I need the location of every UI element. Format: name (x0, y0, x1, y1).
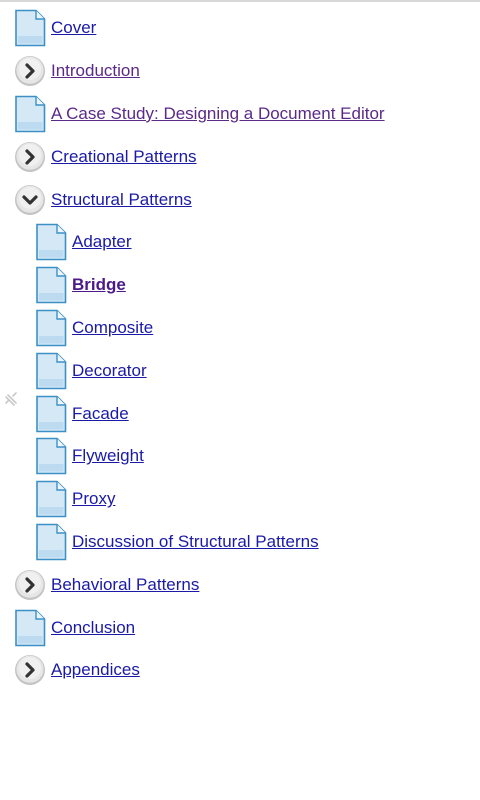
toc-item-label[interactable]: Bridge (72, 275, 126, 295)
page-icon (13, 609, 47, 647)
toc-item-introduction[interactable]: Introduction (0, 50, 480, 93)
toc-item-appendices[interactable]: Appendices (0, 649, 480, 692)
toc-item-label[interactable]: Introduction (51, 61, 140, 81)
toc-item-adapter[interactable]: Adapter (0, 221, 480, 264)
expand-arrow-icon[interactable] (13, 566, 47, 604)
expand-arrow-icon[interactable] (13, 52, 47, 90)
top-border (0, 0, 480, 2)
toc-item-label[interactable]: Appendices (51, 660, 140, 680)
toc-item-label[interactable]: Proxy (72, 489, 115, 509)
page-icon (34, 223, 68, 261)
page-icon (34, 309, 68, 347)
page-icon (34, 352, 68, 390)
toc-item-a-case-study-designing-a-document-editor[interactable]: A Case Study: Designing a Document Edito… (0, 93, 480, 136)
toc-item-label[interactable]: Discussion of Structural Patterns (72, 532, 319, 552)
toc-item-cover[interactable]: Cover (0, 7, 480, 50)
toc-item-behavioral-patterns[interactable]: Behavioral Patterns (0, 563, 480, 606)
toc-item-decorator[interactable]: Decorator (0, 349, 480, 392)
page-icon (13, 95, 47, 133)
page-icon (34, 480, 68, 518)
toc-item-conclusion[interactable]: Conclusion (0, 606, 480, 649)
page-icon (34, 266, 68, 304)
toc-item-structural-patterns[interactable]: Structural Patterns (0, 178, 480, 221)
toc-item-label[interactable]: Creational Patterns (51, 147, 197, 167)
page-icon (13, 9, 47, 47)
toc-item-proxy[interactable]: Proxy (0, 478, 480, 521)
collapse-arrow-icon[interactable] (13, 181, 47, 219)
drag-handle-icon[interactable] (2, 391, 20, 409)
toc-item-label[interactable]: Facade (72, 404, 129, 424)
toc-item-label[interactable]: Decorator (72, 361, 147, 381)
toc-item-bridge[interactable]: Bridge (0, 264, 480, 307)
page-icon (34, 523, 68, 561)
toc-item-discussion-of-structural-patterns[interactable]: Discussion of Structural Patterns (0, 521, 480, 564)
page-icon (34, 395, 68, 433)
toc-item-label[interactable]: Composite (72, 318, 153, 338)
expand-arrow-icon[interactable] (13, 138, 47, 176)
toc-item-composite[interactable]: Composite (0, 307, 480, 350)
toc-item-label[interactable]: Adapter (72, 232, 132, 252)
toc-item-label[interactable]: Conclusion (51, 618, 135, 638)
toc-item-label[interactable]: Flyweight (72, 446, 144, 466)
toc-item-label[interactable]: Structural Patterns (51, 190, 192, 210)
toc-item-creational-patterns[interactable]: Creational Patterns (0, 135, 480, 178)
page-icon (34, 437, 68, 475)
toc-item-label[interactable]: Cover (51, 18, 96, 38)
table-of-contents: Cover Introduction A Case Study: Designing… (0, 7, 480, 692)
toc-item-facade[interactable]: Facade (0, 392, 480, 435)
expand-arrow-icon[interactable] (13, 651, 47, 689)
toc-item-flyweight[interactable]: Flyweight (0, 435, 480, 478)
toc-item-label[interactable]: A Case Study: Designing a Document Edito… (51, 104, 385, 124)
toc-item-label[interactable]: Behavioral Patterns (51, 575, 199, 595)
